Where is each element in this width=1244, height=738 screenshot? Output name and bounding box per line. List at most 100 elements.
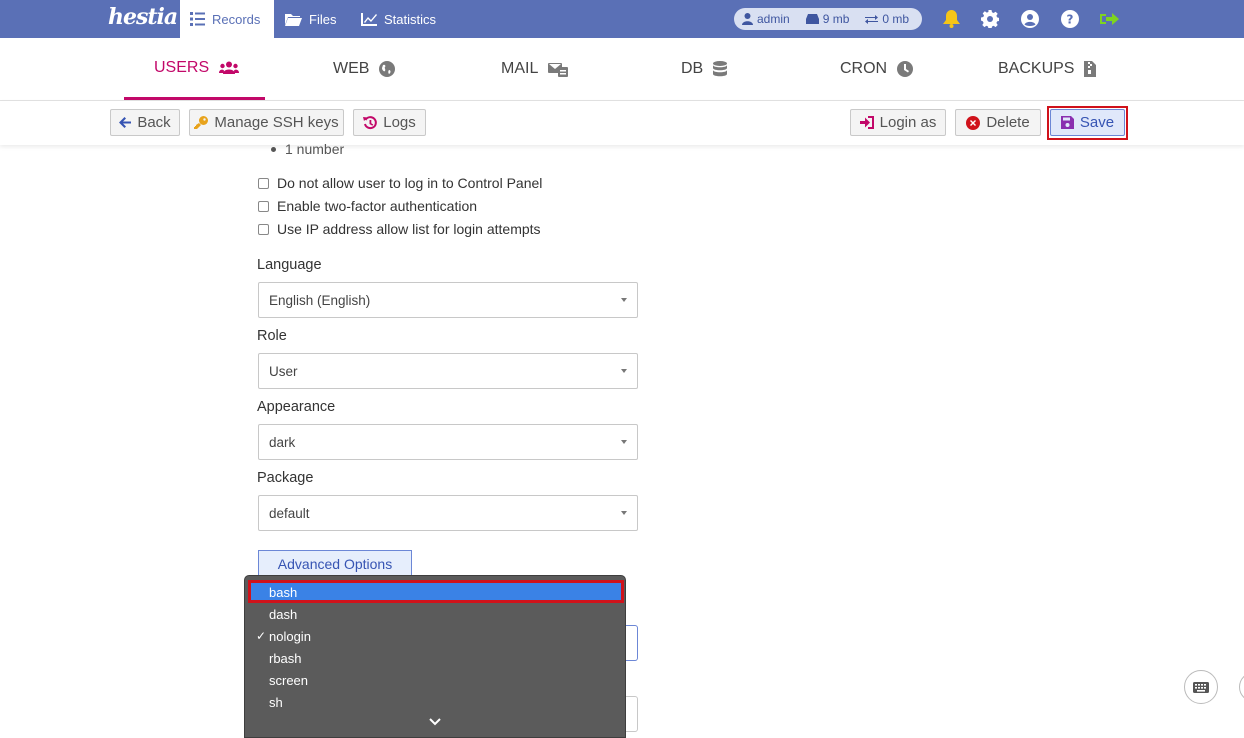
language-value: English (English) (269, 292, 371, 308)
user-icon (742, 13, 753, 25)
chart-line-icon (361, 12, 377, 26)
caret-down-icon (621, 369, 627, 373)
folder-icon (285, 13, 302, 26)
tab-db[interactable]: DB (681, 38, 728, 100)
notifications-bell-icon[interactable] (941, 9, 961, 29)
keyboard-shortcuts-button[interactable] (1184, 670, 1218, 704)
back-button[interactable]: Back (110, 109, 180, 136)
login-as-button[interactable]: Login as (850, 109, 946, 136)
package-label: Package (257, 470, 314, 486)
role-value: User (269, 363, 298, 379)
role-label: Role (257, 328, 287, 344)
advanced-options-button[interactable]: Advanced Options (258, 550, 412, 576)
ssh-keys-label: Manage SSH keys (214, 114, 339, 131)
appearance-value: dark (269, 434, 296, 450)
language-select[interactable]: English (English) (258, 282, 638, 318)
checkbox[interactable] (258, 223, 269, 235)
tab-web[interactable]: WEB (333, 38, 396, 100)
sign-in-icon (859, 116, 874, 129)
checkbox-ip-allow-list[interactable]: Use IP address allow list for login atte… (258, 221, 541, 237)
tab-cron-label: CRON (840, 60, 888, 77)
checkbox-label: Do not allow user to log in to Control P… (277, 175, 543, 191)
status-disk: 9 mb (822, 12, 850, 26)
hestia-logo[interactable]: hestia (108, 4, 178, 30)
role-select[interactable]: User (258, 353, 638, 389)
tab-users-label: USERS (154, 58, 210, 76)
svg-text:?: ? (1067, 13, 1074, 27)
users-icon (219, 61, 240, 74)
exchange-icon (865, 14, 879, 24)
user-circle-icon[interactable] (1020, 9, 1040, 29)
floating-action-button[interactable] (1239, 672, 1244, 702)
list-icon (190, 12, 205, 26)
password-rule-item: 1 number (270, 141, 345, 157)
save-highlight-box (1047, 106, 1128, 140)
option-label: nologin (269, 628, 311, 644)
tab-web-label: WEB (333, 60, 370, 77)
language-label: Language (257, 257, 322, 273)
package-value: default (269, 505, 310, 521)
database-icon (713, 61, 728, 77)
login-as-label: Login as (879, 114, 937, 131)
mail-icon (548, 63, 569, 77)
logs-label: Logs (383, 114, 416, 131)
checkbox[interactable] (258, 200, 269, 212)
topnav-files-label: Files (309, 11, 337, 27)
key-icon (194, 115, 209, 129)
option-dash[interactable]: dash (249, 604, 622, 624)
option-label: rbash (269, 650, 302, 666)
tab-db-label: DB (681, 60, 704, 77)
delete-button[interactable]: Delete (955, 109, 1041, 136)
topnav-statistics-label: Statistics (384, 11, 437, 27)
package-select[interactable]: default (258, 495, 638, 531)
history-icon (363, 115, 378, 129)
times-circle-icon (966, 115, 981, 130)
option-screen[interactable]: screen (249, 670, 622, 690)
tab-users[interactable]: USERS (124, 38, 265, 100)
keyboard-icon (1193, 681, 1209, 693)
top-bar: hestia Records Files Statistics admin 9 … (0, 0, 1244, 38)
logout-icon[interactable] (1099, 9, 1119, 29)
arrow-left-icon (119, 117, 132, 128)
checkbox[interactable] (258, 177, 269, 189)
manage-ssh-keys-button[interactable]: Manage SSH keys (189, 109, 344, 136)
settings-gear-icon[interactable] (980, 9, 1000, 29)
delete-label: Delete (986, 114, 1030, 131)
checkmark-icon: ✓ (256, 629, 267, 643)
status-bandwidth: 0 mb (882, 12, 910, 26)
topnav-statistics[interactable]: Statistics (361, 0, 436, 38)
option-rbash[interactable]: rbash (249, 648, 622, 668)
status-user: admin (757, 12, 790, 26)
globe-icon (379, 61, 396, 77)
logs-button[interactable]: Logs (353, 109, 426, 136)
bash-highlight-box (248, 580, 624, 603)
file-archive-icon (1084, 61, 1097, 77)
account-status-pill[interactable]: admin 9 mb 0 mb (734, 8, 922, 30)
tab-mail[interactable]: MAIL (501, 38, 569, 100)
checkbox-no-control-panel[interactable]: Do not allow user to log in to Control P… (258, 175, 542, 191)
topnav-records[interactable]: Records (180, 0, 274, 38)
topnav-records-label: Records (212, 11, 261, 27)
checkbox-two-factor[interactable]: Enable two-factor authentication (258, 198, 477, 214)
topnav-files[interactable]: Files (285, 0, 336, 38)
back-label: Back (137, 114, 171, 131)
tab-cron[interactable]: CRON (840, 38, 914, 100)
scroll-down-chevron-icon[interactable] (429, 718, 441, 726)
appearance-label: Appearance (257, 399, 336, 415)
option-label: sh (269, 694, 283, 710)
option-nologin[interactable]: ✓ nologin (249, 626, 622, 646)
caret-down-icon (621, 511, 627, 515)
section-tabs: USERS WEB MAIL DB CRON BACKUPS (0, 38, 1244, 101)
checkbox-label: Enable two-factor authentication (277, 198, 478, 214)
hdd-icon (805, 14, 819, 24)
checkbox-label: Use IP address allow list for login atte… (277, 221, 541, 237)
caret-down-icon (621, 298, 627, 302)
help-icon[interactable]: ? (1060, 9, 1080, 29)
tab-backups-label: BACKUPS (998, 60, 1075, 77)
option-sh[interactable]: sh (249, 692, 622, 712)
clock-icon (897, 61, 914, 77)
option-label: screen (269, 672, 309, 688)
tab-mail-label: MAIL (501, 60, 539, 77)
tab-backups[interactable]: BACKUPS (998, 38, 1097, 100)
appearance-select[interactable]: dark (258, 424, 638, 460)
